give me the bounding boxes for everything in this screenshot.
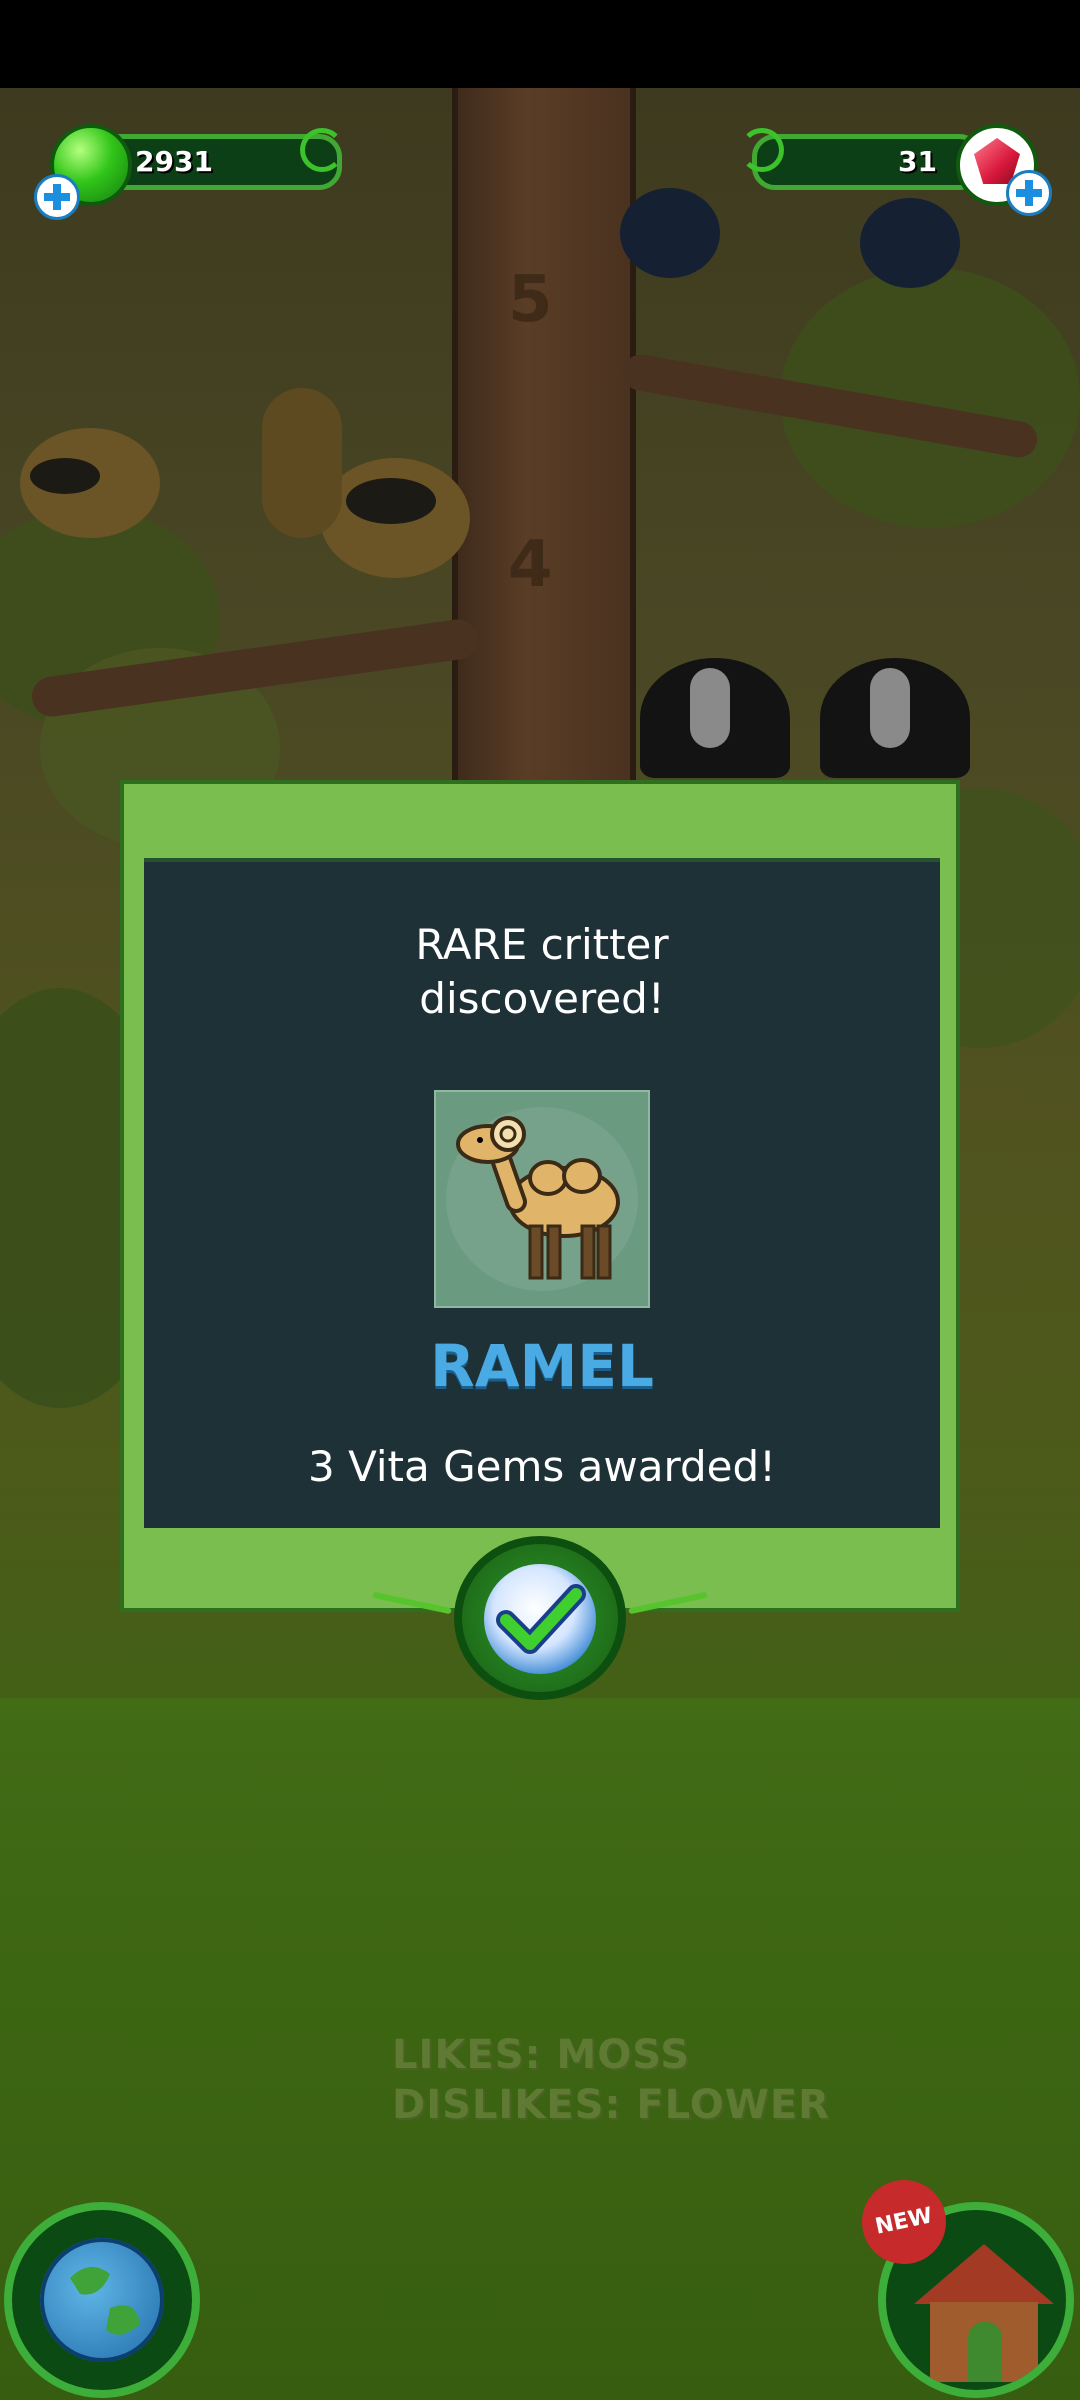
tree-level-number: 4 [508, 528, 553, 602]
house-icon [914, 2244, 1054, 2304]
discovery-dialog-panel: RARE critter discovered! RAMEL 3 Vita Ge… [144, 858, 940, 1528]
globe-icon [40, 2238, 164, 2362]
ramel-icon [446, 1107, 638, 1291]
status-bar [0, 0, 1080, 88]
critter-name: RAMEL [430, 1332, 654, 1400]
house-door [968, 2322, 1002, 2382]
checkmark-icon [496, 1584, 586, 1654]
add-green-gems-plus-icon[interactable] [34, 174, 80, 220]
add-vita-gems-plus-icon[interactable] [1006, 170, 1052, 216]
dislikes-text: DISLIKES: FLOWER [392, 2082, 830, 2128]
tree-trunk [452, 88, 636, 788]
dialog-heading: RARE critter discovered! [144, 918, 940, 1026]
confirm-button[interactable] [454, 1536, 626, 1700]
critter-portrait [434, 1090, 650, 1308]
likes-text: LIKES: MOSS [392, 2032, 691, 2078]
skunk-stripe [690, 668, 730, 748]
raccoon-mask [346, 478, 436, 524]
vita-gem-counter: 31 [752, 134, 982, 190]
vine-icon [740, 128, 784, 172]
vita-gem-count: 31 [898, 145, 937, 178]
vine-icon [300, 128, 344, 172]
spider-critter[interactable] [620, 188, 720, 278]
critter-preference-hint: LIKES: MOSS DISLIKES: FLOWER [392, 2030, 830, 2130]
dialog-heading-line: discovered! [419, 974, 665, 1023]
raccoon-mask [30, 458, 100, 494]
tree-level-number: 5 [508, 263, 553, 337]
spider-critter[interactable] [860, 198, 960, 288]
confirm-button-face [484, 1564, 596, 1674]
green-gem-count: 2931 [135, 145, 213, 178]
raccoon-tail [262, 388, 342, 538]
reward-message: 3 Vita Gems awarded! [308, 1442, 776, 1491]
skunk-stripe [870, 668, 910, 748]
world-map-button[interactable] [4, 2202, 200, 2398]
dialog-heading-line: RARE critter [415, 920, 669, 969]
